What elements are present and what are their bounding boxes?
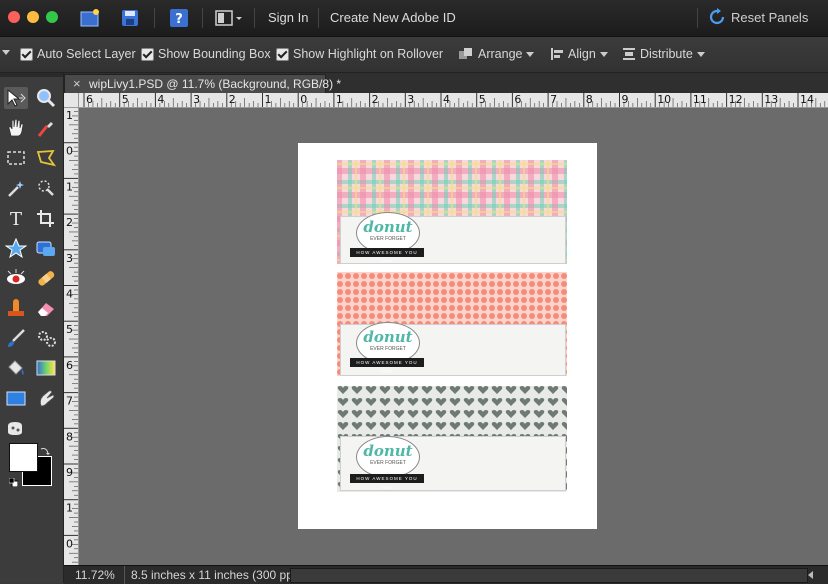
banner-ribbon: HOW AWESOME YOU ARE (350, 474, 424, 490)
artwork-layer (337, 160, 567, 492)
status-divider (124, 566, 125, 584)
donut-text: donut (363, 218, 413, 236)
arrow-left-icon (808, 571, 813, 579)
zoom-level[interactable]: 11.72% (75, 568, 115, 582)
ruler-origin[interactable] (64, 93, 79, 108)
horizontal-scrollbar[interactable] (290, 568, 808, 583)
ever-forget-text: EVER FORGET (370, 346, 406, 352)
ever-forget-text: EVER FORGET (370, 236, 406, 242)
scroll-left-button[interactable] (806, 569, 816, 581)
banner-ribbon: HOW AWESOME YOU ARE (350, 358, 424, 374)
donut-badge-3: donut EVER FORGET HOW AWESOME YOU ARE (350, 436, 424, 490)
donut-text: donut (363, 328, 413, 346)
banner-ribbon: HOW AWESOME YOU ARE (350, 248, 424, 264)
donut-text: donut (363, 442, 413, 460)
donut-badge-1: donut EVER FORGET HOW AWESOME YOU ARE (350, 212, 424, 264)
ever-forget-text: EVER FORGET (370, 460, 406, 466)
donut-badge-2: donut EVER FORGET HOW AWESOME YOU ARE (350, 322, 424, 374)
document-size-info: 8.5 inches x 11 inches (300 ppi) (131, 568, 300, 582)
status-bar: 11.72% 8.5 inches x 11 inches (300 ppi) (64, 565, 828, 584)
